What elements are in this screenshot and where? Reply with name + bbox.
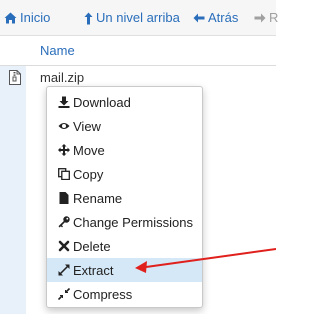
menu-item-view[interactable]: View bbox=[47, 114, 202, 138]
selection-column bbox=[0, 66, 26, 314]
menu-item-delete[interactable]: Delete bbox=[47, 234, 202, 258]
menu-item-label: Extract bbox=[73, 262, 114, 278]
up-one-level-label: Un nivel arriba bbox=[96, 10, 180, 25]
back-label: Atrás bbox=[208, 10, 239, 25]
menu-item-label: Rename bbox=[73, 190, 123, 206]
up-one-level-button[interactable]: Un nivel arriba bbox=[84, 0, 180, 36]
menu-item-label: Compress bbox=[73, 286, 133, 302]
move-icon bbox=[58, 144, 70, 156]
expand-icon bbox=[58, 264, 70, 276]
key-icon bbox=[58, 216, 70, 228]
home-button[interactable]: Inicio bbox=[4, 0, 50, 36]
menu-item-rename[interactable]: Rename bbox=[47, 186, 202, 210]
menu-item-move[interactable]: Move bbox=[47, 138, 202, 162]
arrow-right-icon bbox=[254, 13, 266, 23]
menu-item-label: Move bbox=[73, 142, 105, 158]
menu-item-label: View bbox=[73, 118, 101, 134]
toolbar: Inicio Un nivel arriba Atrás R bbox=[0, 0, 278, 36]
menu-item-download[interactable]: Download bbox=[47, 90, 202, 114]
context-menu: Download View Move Copy Rename Change Pe… bbox=[46, 86, 203, 308]
copy-icon bbox=[58, 168, 70, 180]
forward-label: R bbox=[269, 10, 279, 25]
arrow-left-icon bbox=[193, 13, 205, 23]
menu-item-extract[interactable]: Extract bbox=[47, 258, 202, 282]
name-column-header[interactable]: Name bbox=[40, 36, 75, 66]
forward-button[interactable]: R bbox=[254, 0, 278, 36]
back-button[interactable]: Atrás bbox=[193, 0, 238, 36]
compress-icon bbox=[58, 288, 70, 300]
download-icon bbox=[58, 96, 70, 108]
home-icon bbox=[4, 12, 17, 24]
home-label: Inicio bbox=[20, 10, 51, 25]
eye-icon bbox=[58, 123, 70, 129]
menu-item-compress[interactable]: Compress bbox=[47, 282, 202, 306]
menu-item-label: Copy bbox=[73, 166, 104, 182]
menu-item-label: Download bbox=[73, 94, 131, 110]
close-icon bbox=[58, 240, 70, 252]
menu-item-copy[interactable]: Copy bbox=[47, 162, 202, 186]
file-icon bbox=[59, 192, 69, 204]
menu-item-label: Change Permissions bbox=[73, 214, 193, 230]
zip-file-icon bbox=[9, 70, 21, 85]
menu-item-change-permissions[interactable]: Change Permissions bbox=[47, 210, 202, 234]
file-table-header: Name bbox=[0, 36, 276, 66]
arrow-up-icon bbox=[84, 12, 93, 24]
menu-item-label: Delete bbox=[73, 238, 111, 254]
